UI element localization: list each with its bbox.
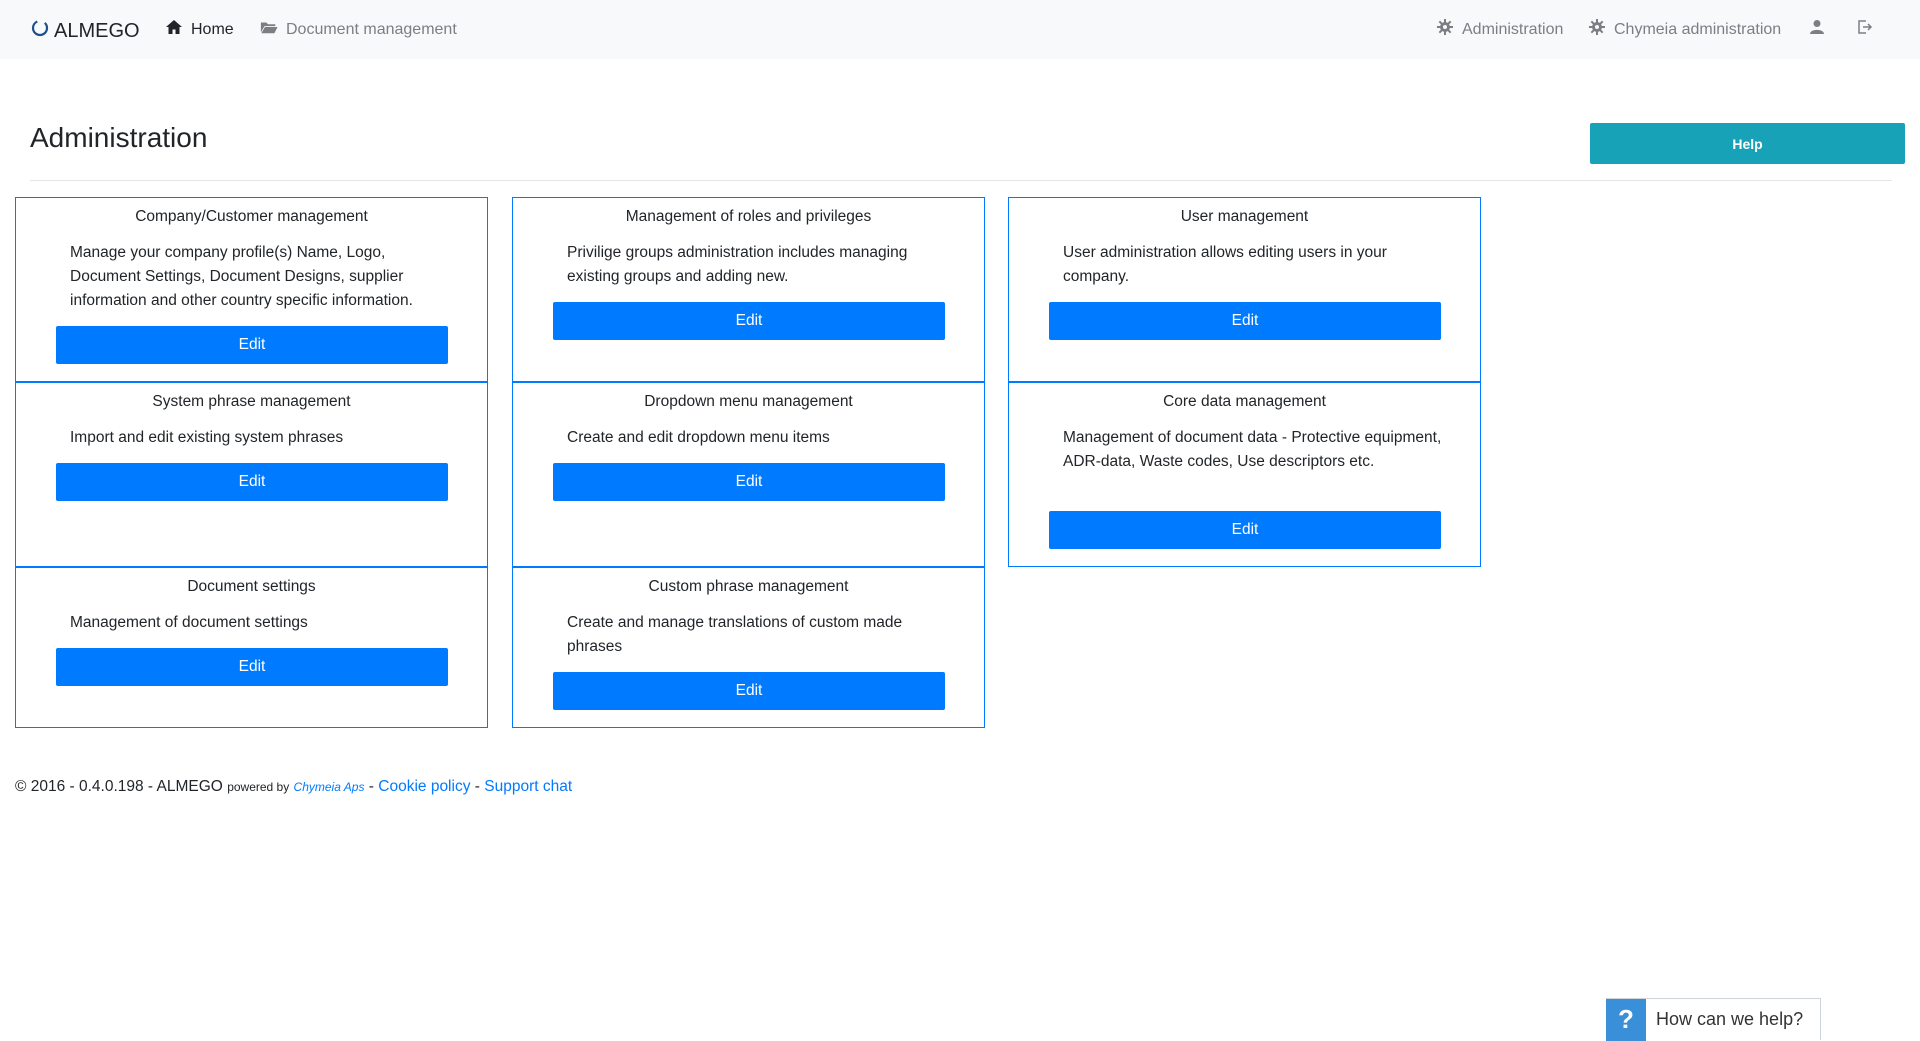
card-description: Manage your company profile(s) Name, Log… — [70, 244, 413, 309]
page-title: Administration — [30, 122, 208, 153]
card-title: Dropdown menu management — [644, 393, 853, 410]
card-core-data-management: Core data management Management of docum… — [1008, 382, 1481, 567]
card-title: Document settings — [187, 578, 316, 595]
user-icon — [1808, 18, 1826, 41]
logout-icon — [1856, 18, 1874, 41]
card-title: User management — [1180, 208, 1309, 225]
footer: © 2016 - 0.4.0.198 - ALMEGO powered by C… — [15, 778, 572, 796]
edit-button[interactable]: Edit — [56, 326, 448, 364]
almego-logo-icon — [30, 18, 50, 44]
edit-button[interactable]: Edit — [56, 463, 448, 501]
edit-button[interactable]: Edit — [553, 463, 945, 501]
nav-user-profile[interactable] — [1808, 18, 1826, 41]
edit-button[interactable]: Edit — [553, 672, 945, 710]
card-document-settings: Document settings Management of document… — [15, 567, 488, 728]
card-description: User administration allows editing users… — [1063, 244, 1387, 285]
card-description: Create and manage translations of custom… — [567, 614, 903, 655]
nav-administration[interactable]: Administration — [1436, 18, 1563, 41]
card-custom-phrase-management: Custom phrase management Create and mana… — [512, 567, 985, 728]
help-button[interactable]: Help — [1590, 123, 1905, 164]
help-widget-label: How can we help? — [1656, 1009, 1804, 1029]
edit-button[interactable]: Edit — [1049, 302, 1441, 340]
brand-link[interactable]: ALMEGO — [30, 18, 140, 44]
gear-icon — [1436, 18, 1454, 41]
card-title: Company/Customer management — [135, 208, 368, 225]
cookie-policy-link[interactable]: Cookie policy — [378, 778, 470, 795]
folder-open-icon — [260, 18, 278, 41]
nav-home[interactable]: Home — [165, 18, 234, 41]
edit-button[interactable]: Edit — [553, 302, 945, 340]
card-title: Custom phrase management — [648, 578, 849, 595]
nav-chymeia-administration[interactable]: Chymeia administration — [1588, 18, 1781, 41]
footer-powered-by: powered by — [227, 780, 290, 794]
footer-separator: - — [368, 778, 374, 795]
card-title: Management of roles and privileges — [625, 208, 872, 225]
card-system-phrase-management: System phrase management Import and edit… — [15, 382, 488, 567]
card-dropdown-menu-management: Dropdown menu management Create and edit… — [512, 382, 985, 567]
edit-button[interactable]: Edit — [1049, 511, 1441, 549]
card-title: System phrase management — [152, 393, 351, 410]
nav-document-management[interactable]: Document management — [260, 18, 457, 41]
card-description: Management of document settings — [70, 614, 308, 631]
header-divider — [30, 180, 1892, 181]
gear-icon — [1588, 18, 1606, 41]
card-description: Management of document data - Protective… — [1063, 429, 1442, 470]
nav-document-management-label: Document management — [286, 20, 457, 38]
nav-logout[interactable] — [1856, 18, 1874, 41]
card-description: Privilige groups administration includes… — [567, 244, 908, 285]
help-widget[interactable]: ? How can we help? — [1606, 998, 1821, 1041]
support-chat-link[interactable]: Support chat — [484, 778, 572, 795]
card-description: Import and edit existing system phrases — [70, 429, 344, 446]
footer-copyright: © 2016 - 0.4.0.198 - ALMEGO — [15, 778, 223, 795]
top-navbar: ALMEGO Home Document management Administ… — [0, 0, 1920, 59]
card-title: Core data management — [1163, 393, 1326, 410]
nav-administration-label: Administration — [1462, 20, 1564, 38]
card-roles-privileges-management: Management of roles and privileges Privi… — [512, 197, 985, 382]
nav-home-label: Home — [191, 20, 234, 38]
card-description: Create and edit dropdown menu items — [567, 429, 830, 446]
footer-separator: - — [474, 778, 480, 795]
home-icon — [165, 18, 183, 41]
nav-chymeia-administration-label: Chymeia administration — [1614, 20, 1782, 38]
edit-button[interactable]: Edit — [56, 648, 448, 686]
footer-company-link[interactable]: Chymeia Aps — [294, 780, 365, 794]
card-company-customer-management: Company/Customer management Manage your … — [15, 197, 488, 382]
card-user-management: User management User administration allo… — [1008, 197, 1481, 382]
brand-name: ALMEGO — [54, 19, 140, 42]
question-icon: ? — [1606, 998, 1646, 1041]
